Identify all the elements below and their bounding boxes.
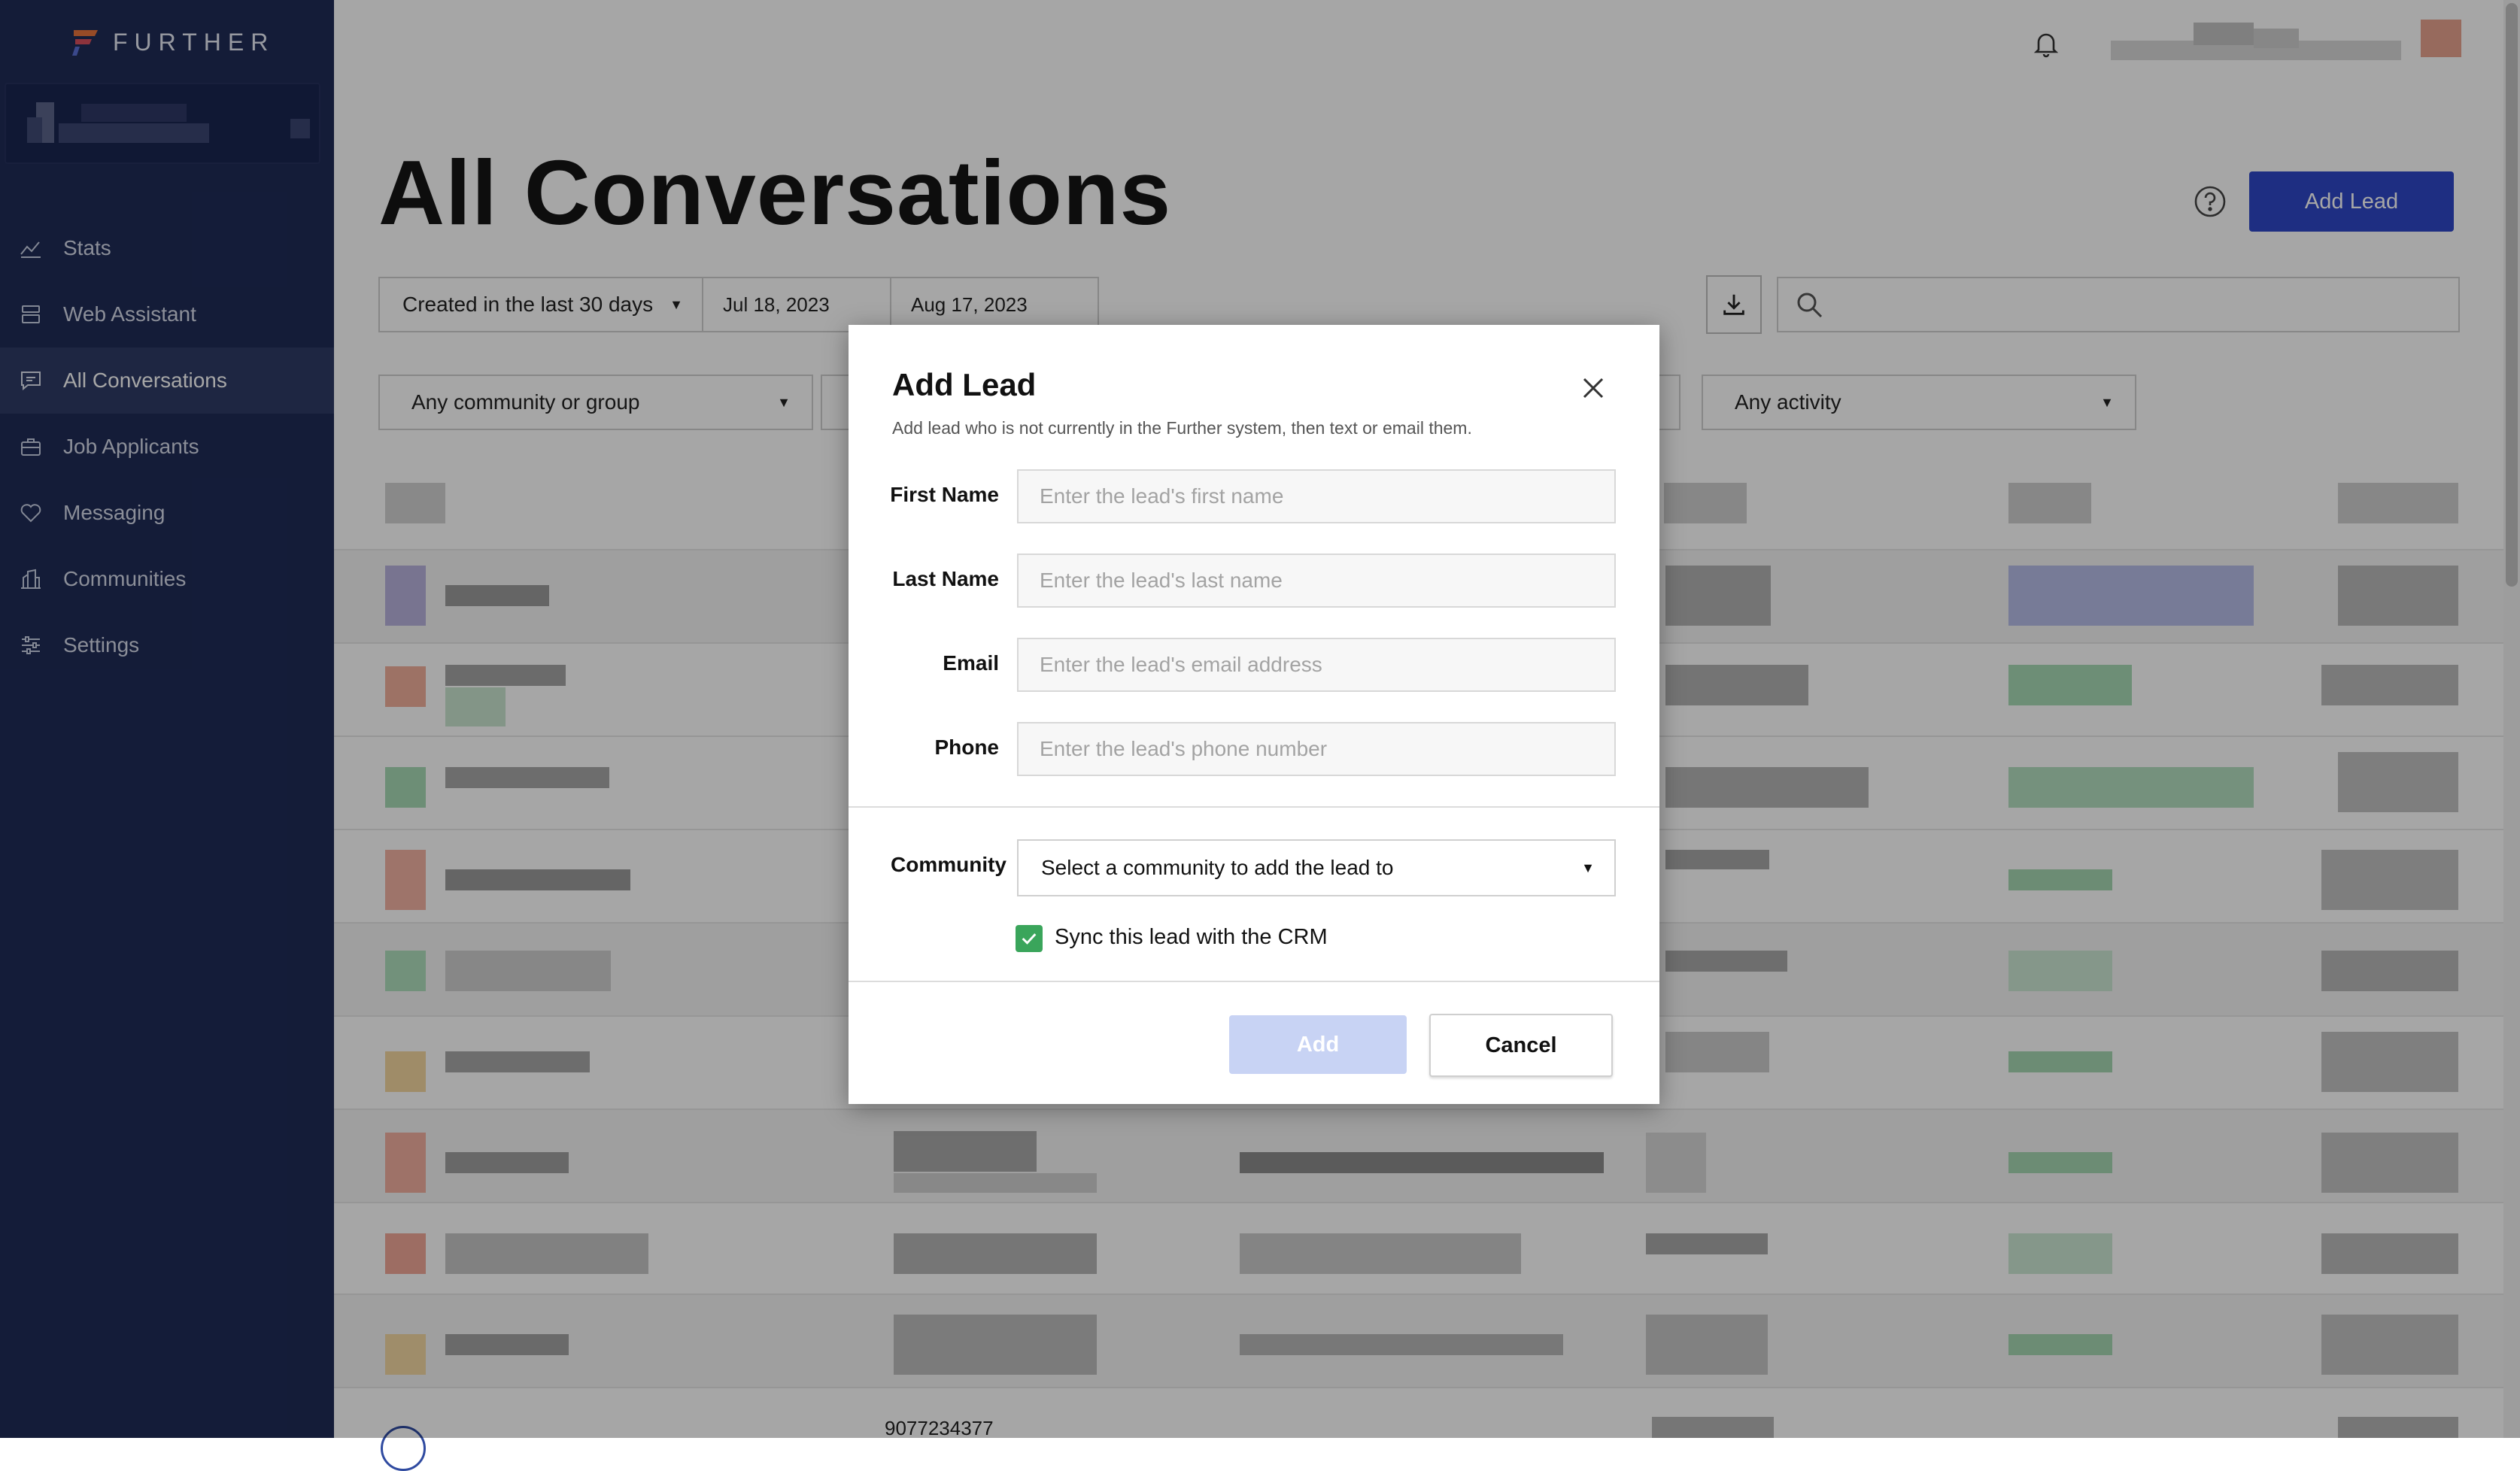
community-select-value: Select a community to add the lead to: [1041, 856, 1394, 879]
email-field[interactable]: [1017, 638, 1616, 692]
chevron-down-icon: ▼: [1581, 860, 1595, 875]
close-icon[interactable]: [1578, 373, 1608, 403]
modal-subtitle: Add lead who is not currently in the Fur…: [892, 418, 1472, 438]
phone-field[interactable]: [1017, 722, 1616, 776]
add-lead-modal: Add Lead Add lead who is not currently i…: [849, 325, 1659, 1104]
email-label: Email: [943, 651, 999, 675]
modal-title: Add Lead: [892, 367, 1037, 402]
sync-crm-checkbox[interactable]: [1016, 925, 1043, 952]
first-name-field[interactable]: [1017, 469, 1616, 523]
modal-divider: [849, 806, 1659, 808]
last-name-field[interactable]: [1017, 554, 1616, 608]
sync-crm-label[interactable]: Sync this lead with the CRM: [1055, 925, 1328, 950]
first-name-label: First Name: [890, 483, 999, 506]
modal-divider: [849, 981, 1659, 982]
add-button[interactable]: Add: [1229, 1015, 1407, 1074]
community-label: Community: [891, 853, 1006, 876]
last-name-label: Last Name: [892, 567, 999, 590]
cancel-button[interactable]: Cancel: [1429, 1014, 1613, 1077]
checkmark-icon: [1022, 933, 1037, 945]
phone-label: Phone: [934, 736, 999, 759]
community-select[interactable]: Select a community to add the lead to ▼: [1017, 839, 1616, 896]
